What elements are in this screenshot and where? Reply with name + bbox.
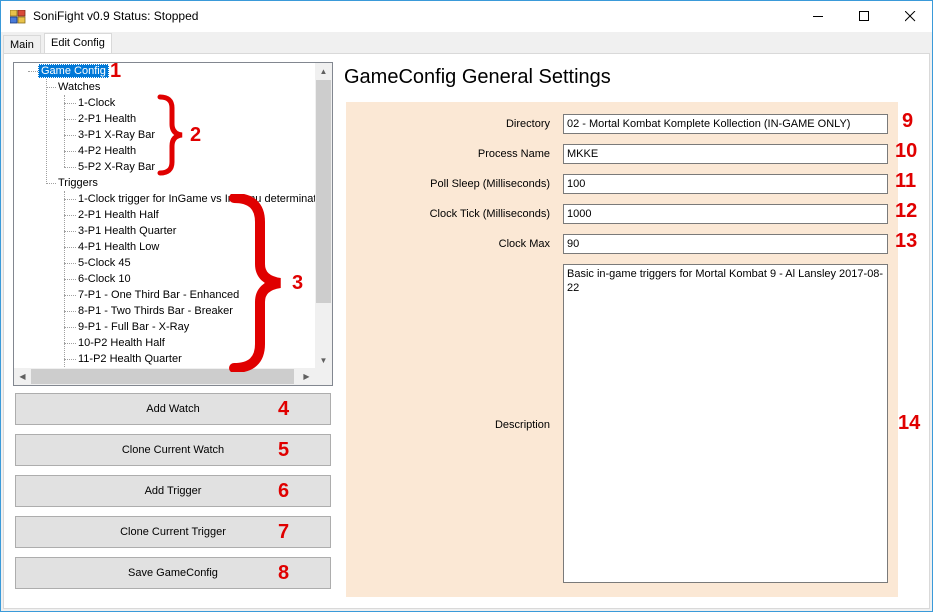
tree-node-trigger[interactable]: 8-P1 - Two Thirds Bar - Breaker (78, 303, 233, 319)
tree-node-watches[interactable]: Watches (58, 79, 100, 95)
tree-connector (64, 103, 76, 104)
tree-node-trigger[interactable]: 4-P1 Health Low (78, 239, 159, 255)
title-bar[interactable]: SoniFight v0.9 Status: Stopped (1, 1, 932, 32)
close-button[interactable] (887, 1, 933, 32)
settings-heading: GameConfig General Settings (344, 66, 611, 88)
tree-node-watch[interactable]: 5-P2 X-Ray Bar (78, 159, 155, 175)
scroll-up-icon[interactable]: ▲ (315, 63, 332, 80)
tree-connector (64, 215, 76, 216)
tree-connector (46, 183, 56, 184)
maximize-button[interactable] (841, 1, 887, 32)
tree-node-trigger[interactable]: 11-P2 Health Quarter (78, 351, 182, 367)
annotation-number: 8 (278, 562, 290, 584)
tree-node-trigger[interactable]: 2-P1 Health Half (78, 207, 159, 223)
poll-sleep-label: Poll Sleep (Milliseconds) (430, 178, 550, 190)
scroll-down-icon[interactable]: ▼ (315, 352, 332, 369)
annotation-number: 1 (110, 60, 122, 82)
clock-max-field[interactable]: 90 (563, 234, 888, 254)
tree-connector (64, 151, 76, 152)
edit-config-panel: Game Config Watches 1-Clock 2-P1 Health … (3, 53, 930, 609)
tree-connector (64, 359, 76, 360)
annotation-number: 3 (292, 272, 304, 294)
vertical-scroll-thumb[interactable] (316, 80, 331, 303)
scroll-corner (315, 368, 332, 385)
tab-main[interactable]: Main (3, 35, 41, 54)
app-icon (10, 10, 26, 24)
tree-connector (64, 119, 76, 120)
clock-tick-label: Clock Tick (Milliseconds) (429, 208, 550, 220)
annotation-number: 14 (898, 412, 921, 434)
annotation-number: 6 (278, 480, 290, 502)
brace-icon (229, 194, 281, 372)
tree-node-watch[interactable]: 3-P1 X-Ray Bar (78, 127, 155, 143)
tree-node-trigger[interactable]: 9-P1 - Full Bar - X-Ray (78, 319, 189, 335)
tree-node-trigger[interactable]: 7-P1 - One Third Bar - Enhanced (78, 287, 239, 303)
tree-node-trigger[interactable]: 3-P1 Health Quarter (78, 223, 176, 239)
scroll-right-icon[interactable]: ▶ (298, 368, 315, 385)
tree-connector (64, 263, 76, 264)
process-name-field[interactable]: MKKE (563, 144, 888, 164)
tree-connector (46, 87, 56, 88)
tree-connector (64, 343, 76, 344)
annotation-number: 9 (902, 110, 914, 132)
clock-tick-field[interactable]: 1000 (563, 204, 888, 224)
description-label: Description (494, 419, 550, 431)
annotation-number: 10 (895, 140, 918, 162)
tree-node-trigger[interactable]: 10-P2 Health Half (78, 335, 165, 351)
process-name-label: Process Name (477, 148, 550, 160)
tree-connector (64, 231, 76, 232)
close-icon (905, 11, 916, 22)
tree-connector (64, 311, 76, 312)
description-textarea[interactable]: Basic in-game triggers for Mortal Kombat… (563, 264, 888, 583)
directory-field[interactable]: 02 - Mortal Kombat Komplete Kollection (… (563, 114, 888, 134)
tree-node-label: Game Config (38, 64, 109, 78)
minimize-icon (813, 16, 823, 17)
annotation-number: 13 (895, 230, 918, 252)
tree-node-trigger[interactable]: 6-Clock 10 (78, 271, 131, 287)
tree-connector (64, 279, 76, 280)
maximize-icon (859, 11, 869, 21)
tree-connector (64, 327, 76, 328)
tree-connector (46, 79, 47, 182)
poll-sleep-field[interactable]: 100 (563, 174, 888, 194)
tree-connector (64, 135, 76, 136)
annotation-number: 5 (278, 439, 290, 461)
tab-edit-config[interactable]: Edit Config (44, 33, 112, 54)
annotation-number: 12 (895, 200, 918, 222)
tree-connector (64, 95, 65, 167)
tree-connector (28, 71, 38, 72)
brace-icon (157, 94, 183, 176)
tree-connector (64, 247, 76, 248)
window-title: SoniFight v0.9 Status: Stopped (33, 9, 199, 23)
tree-node-watch[interactable]: 2-P1 Health (78, 111, 136, 127)
tree-connector (64, 295, 76, 296)
tree-node-watch[interactable]: 4-P2 Health (78, 143, 136, 159)
tree-node-watch[interactable]: 1-Clock (78, 95, 115, 111)
scroll-left-icon[interactable]: ◀ (14, 368, 31, 385)
annotation-number: 11 (895, 170, 917, 192)
clock-max-label: Clock Max (498, 238, 550, 250)
settings-panel: Directory 02 - Mortal Kombat Komplete Ko… (346, 102, 898, 597)
minimize-button[interactable] (795, 1, 841, 32)
tree-node-triggers[interactable]: Triggers (58, 175, 98, 191)
directory-label: Directory (505, 118, 550, 130)
tree-vertical-scrollbar[interactable]: ▲ ▼ (315, 63, 332, 369)
annotation-number: 7 (278, 521, 290, 543)
annotation-number: 2 (190, 124, 202, 146)
app-window: SoniFight v0.9 Status: Stopped Main Edit… (0, 0, 933, 612)
tree-connector (64, 167, 76, 168)
tree-node-game-config[interactable]: Game Config (38, 63, 109, 79)
annotation-number: 4 (278, 398, 290, 420)
tab-bar: Main Edit Config (1, 32, 932, 54)
tree-connector (64, 199, 76, 200)
tree-node-trigger[interactable]: 5-Clock 45 (78, 255, 131, 271)
